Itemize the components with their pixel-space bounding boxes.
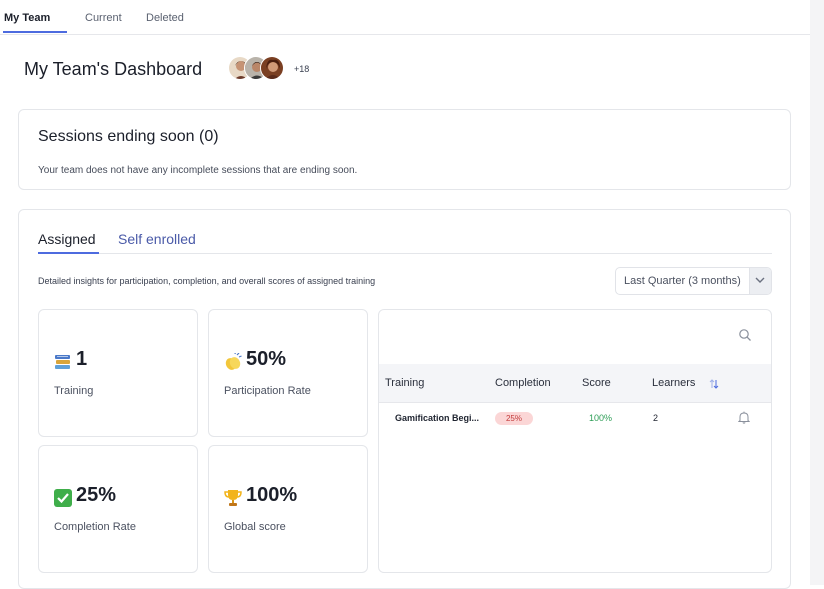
sessions-description: Your team does not have any incomplete s…: [38, 165, 358, 176]
stat-label: Global score: [224, 521, 286, 533]
chevron-down-icon[interactable]: [749, 268, 771, 294]
stat-global-score: 100% Global score: [208, 445, 368, 573]
sessions-ending-card: Sessions ending soon (0) Your team does …: [18, 109, 791, 190]
period-select-value: Last Quarter (3 months): [624, 275, 741, 287]
stat-completion: 25% Completion Rate: [38, 445, 198, 573]
column-header-training[interactable]: Training: [385, 377, 424, 389]
top-tab-bar: My Team Current Deleted: [0, 0, 810, 35]
avatar[interactable]: [260, 56, 284, 80]
sort-icon[interactable]: [709, 377, 719, 395]
training-insights-card: Assigned Self enrolled Detailed insights…: [18, 209, 791, 589]
tab-divider: [38, 253, 772, 254]
bell-icon[interactable]: [737, 411, 751, 429]
clapping-hands-icon: [224, 351, 242, 371]
table-row[interactable]: Gamification Begi... 25% 100% 2: [379, 402, 771, 436]
page-title: My Team's Dashboard: [24, 59, 203, 79]
stat-value: 50%: [246, 348, 287, 370]
stat-label: Training: [54, 385, 94, 397]
stat-training: 1 Training: [38, 309, 198, 437]
stat-label: Participation Rate: [224, 385, 311, 397]
column-header-learners[interactable]: Learners: [652, 377, 695, 389]
score-value: 100%: [589, 413, 613, 423]
active-tab-indicator: [38, 252, 99, 254]
active-tab-indicator: [3, 31, 67, 33]
column-header-completion[interactable]: Completion: [495, 377, 551, 389]
stat-label: Completion Rate: [54, 521, 136, 533]
completion-badge: 25%: [495, 412, 533, 425]
stat-participation: 50% Participation Rate: [208, 309, 368, 437]
table-header: Training Completion Score Learners: [379, 364, 771, 403]
stat-value: 25%: [76, 484, 117, 506]
stat-value: 100%: [246, 484, 298, 506]
check-mark-icon: [54, 489, 72, 507]
sessions-title: Sessions ending soon (0): [38, 128, 219, 145]
period-select[interactable]: Last Quarter (3 months): [615, 267, 772, 295]
tab-assigned[interactable]: Assigned: [38, 231, 96, 247]
learners-count: 2: [653, 413, 659, 423]
page-scrollbar[interactable]: [810, 0, 824, 585]
tab-deleted[interactable]: Deleted: [146, 12, 184, 24]
books-icon: [54, 353, 72, 371]
tab-my-team[interactable]: My Team: [4, 12, 50, 24]
tab-self-enrolled[interactable]: Self enrolled: [118, 231, 196, 247]
stat-value: 1: [76, 348, 88, 370]
tab-current[interactable]: Current: [85, 12, 122, 24]
training-name[interactable]: Gamification Begi...: [395, 413, 479, 423]
training-table-panel: Training Completion Score Learners Gamif…: [378, 309, 772, 573]
insights-description: Detailed insights for participation, com…: [38, 276, 376, 286]
column-header-score[interactable]: Score: [582, 377, 611, 389]
avatar-more-count[interactable]: +18: [294, 64, 309, 74]
search-icon[interactable]: [738, 328, 752, 347]
trophy-icon: [224, 489, 242, 507]
